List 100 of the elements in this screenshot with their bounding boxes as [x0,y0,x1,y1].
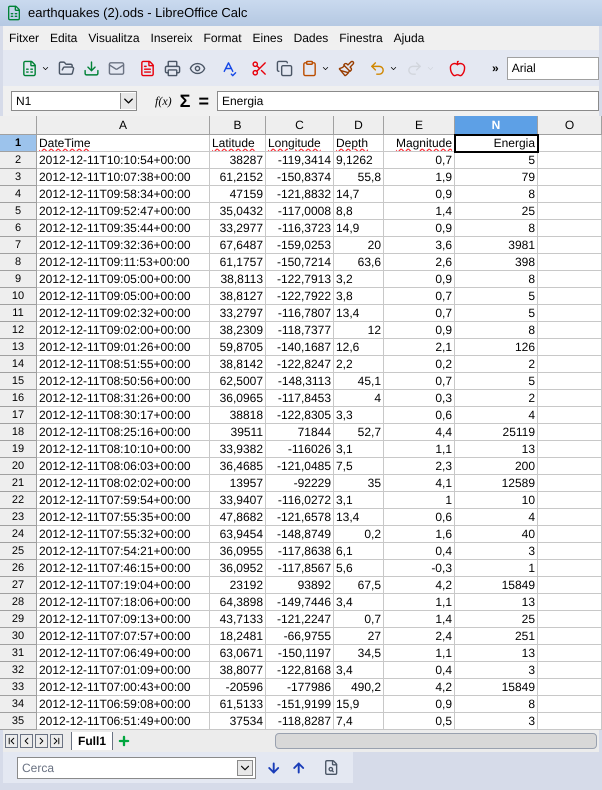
table-cell: 15,9 [334,696,384,713]
row-header[interactable]: 26 [0,560,37,577]
row-header[interactable]: 1 [0,135,37,152]
find-replace-icon[interactable] [322,759,339,776]
row-header[interactable]: 11 [0,305,37,322]
row-header[interactable]: 14 [0,356,37,373]
row-header[interactable]: 31 [0,645,37,662]
new-spreadsheet-icon[interactable] [21,60,38,76]
scissors-icon[interactable] [251,60,268,76]
clipboard-icon[interactable] [301,60,318,76]
dropdown-icon[interactable] [236,760,253,776]
table-cell: -116,7807 [266,305,334,322]
last-sheet-icon[interactable] [50,734,63,748]
table-cell: 200 [455,458,538,475]
find-previous-icon[interactable] [291,760,307,776]
dropdown-icon[interactable] [120,93,136,109]
table-cell: 5 [455,152,538,169]
row-header[interactable]: 6 [0,220,37,237]
row-header[interactable]: 34 [0,696,37,713]
row-header[interactable]: 21 [0,475,37,492]
font-name-field[interactable]: Arial [506,56,599,80]
table-cell: 25 [455,203,538,220]
menu-item[interactable]: Visualitza [88,29,140,47]
table-cell: 3,1 [334,492,384,509]
horizontal-scrollbar[interactable] [275,733,597,749]
row-header[interactable]: 33 [0,679,37,696]
empty-cell [538,237,602,254]
row-header[interactable]: 20 [0,458,37,475]
next-sheet-icon[interactable] [35,734,48,748]
table-cell: 61,5133 [210,696,266,713]
row-header[interactable]: 5 [0,203,37,220]
table-cell: 2012-12-11T07:46:15+00:00 [37,560,210,577]
row-header[interactable]: 2 [0,152,37,169]
row-header[interactable]: 35 [0,713,37,730]
search-field[interactable]: Cerca [18,758,237,776]
row-header[interactable]: 7 [0,237,37,254]
menu-item[interactable]: Eines [252,29,283,47]
first-sheet-icon[interactable] [5,734,18,748]
table-cell: 3,4 [334,662,384,679]
menu-item[interactable]: Finestra [339,29,383,47]
column-header[interactable]: D [334,116,384,135]
table-cell: 13957 [210,475,266,492]
row-header[interactable]: 19 [0,441,37,458]
add-sheet-icon[interactable] [117,734,132,748]
row-header[interactable]: 22 [0,492,37,509]
name-box[interactable]: N1 [11,91,137,111]
sum-button[interactable]: Σ [180,88,190,114]
column-header[interactable]: B [210,116,266,135]
row-header[interactable]: 12 [0,322,37,339]
row-header[interactable]: 9 [0,271,37,288]
row-header[interactable]: 30 [0,628,37,645]
menu-item[interactable]: Dades [294,29,328,47]
column-header[interactable]: A [37,116,210,135]
download-icon[interactable] [83,60,100,76]
row-header[interactable]: 13 [0,339,37,356]
table-cell: 62,5007 [210,373,266,390]
menu-item[interactable]: Fitxer [9,29,39,47]
search-box[interactable]: Cerca [17,756,256,778]
column-header[interactable]: O [538,116,602,135]
column-header[interactable]: E [384,116,455,135]
row-header[interactable]: 32 [0,662,37,679]
table-cell: -116026 [266,441,334,458]
formula-input[interactable]: Energia [216,91,599,111]
table-cell: Energia [455,135,538,152]
row-header[interactable]: 29 [0,611,37,628]
previous-sheet-icon[interactable] [20,734,33,748]
table-cell: Depth [334,135,384,152]
row-header[interactable]: 23 [0,509,37,526]
brush-icon[interactable] [338,60,355,76]
equals-button[interactable]: = [198,88,209,114]
row-header[interactable]: 27 [0,577,37,594]
row-header[interactable]: 8 [0,254,37,271]
table-cell: 2012-12-11T08:10:10+00:00 [37,441,210,458]
menu-item[interactable]: Edita [50,29,78,47]
function-wizard-button[interactable]: f(x) [155,92,172,110]
menu-item[interactable]: Insereix [150,29,193,47]
pdf-icon[interactable] [139,60,156,76]
menu-item[interactable]: Ajuda [394,29,424,47]
row-header[interactable]: 10 [0,288,37,305]
row-header[interactable]: 25 [0,543,37,560]
row-header[interactable]: 15 [0,373,37,390]
copy-icon[interactable] [276,60,293,76]
sheet-tab[interactable]: Full1 [71,732,114,750]
overflow-button[interactable]: » [492,59,499,77]
mail-icon[interactable] [108,60,125,76]
row-header[interactable]: 28 [0,594,37,611]
folder-icon[interactable] [58,60,75,76]
row-header[interactable]: 17 [0,407,37,424]
menu-item[interactable]: Format [204,29,242,47]
corner-cell[interactable] [0,116,37,135]
printer-icon[interactable] [164,60,181,76]
row-header[interactable]: 3 [0,169,37,186]
find-next-icon[interactable] [266,760,282,776]
table-cell: 3 [455,662,538,679]
row-header[interactable]: 24 [0,526,37,543]
row-header[interactable]: 18 [0,424,37,441]
column-header[interactable]: C [266,116,334,135]
row-header[interactable]: 16 [0,390,37,407]
row-header[interactable]: 4 [0,186,37,203]
empty-cell [538,271,602,288]
